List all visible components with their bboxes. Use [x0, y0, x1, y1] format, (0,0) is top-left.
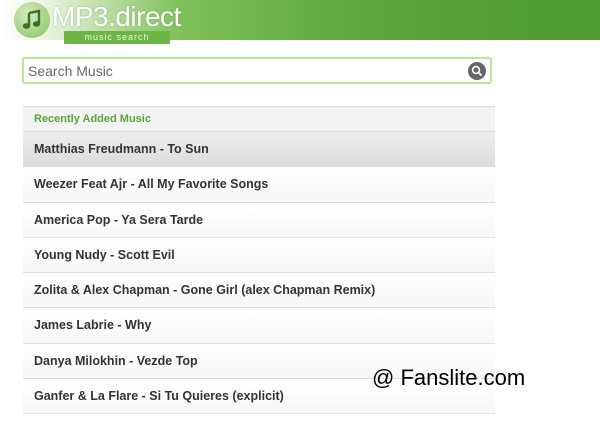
music-note-icon: [14, 2, 50, 38]
site-header: MP3.direct music search: [0, 0, 600, 44]
list-item[interactable]: Young Nudy - Scott Evil: [23, 237, 495, 274]
search-button[interactable]: [468, 62, 486, 80]
list-item[interactable]: James Labrie - Why: [23, 308, 495, 344]
watermark: @ Fanslite.com: [372, 365, 526, 390]
search-icon: [471, 65, 483, 77]
list-item[interactable]: Zolita & Alex Chapman - Gone Girl (alex …: [23, 273, 495, 309]
list-item[interactable]: Matthias Freudmann - To Sun: [23, 132, 495, 168]
list-item[interactable]: Weezer Feat Ajr - All My Favorite Songs: [23, 167, 495, 203]
list-item[interactable]: America Pop - Ya Sera Tarde: [23, 202, 495, 238]
search-input[interactable]: [28, 62, 458, 80]
logo-text: MP3.direct: [52, 1, 181, 32]
search-box: [22, 57, 492, 84]
logo-tagline: music search: [64, 31, 170, 44]
recent-music-title: Recently Added Music: [23, 106, 495, 132]
